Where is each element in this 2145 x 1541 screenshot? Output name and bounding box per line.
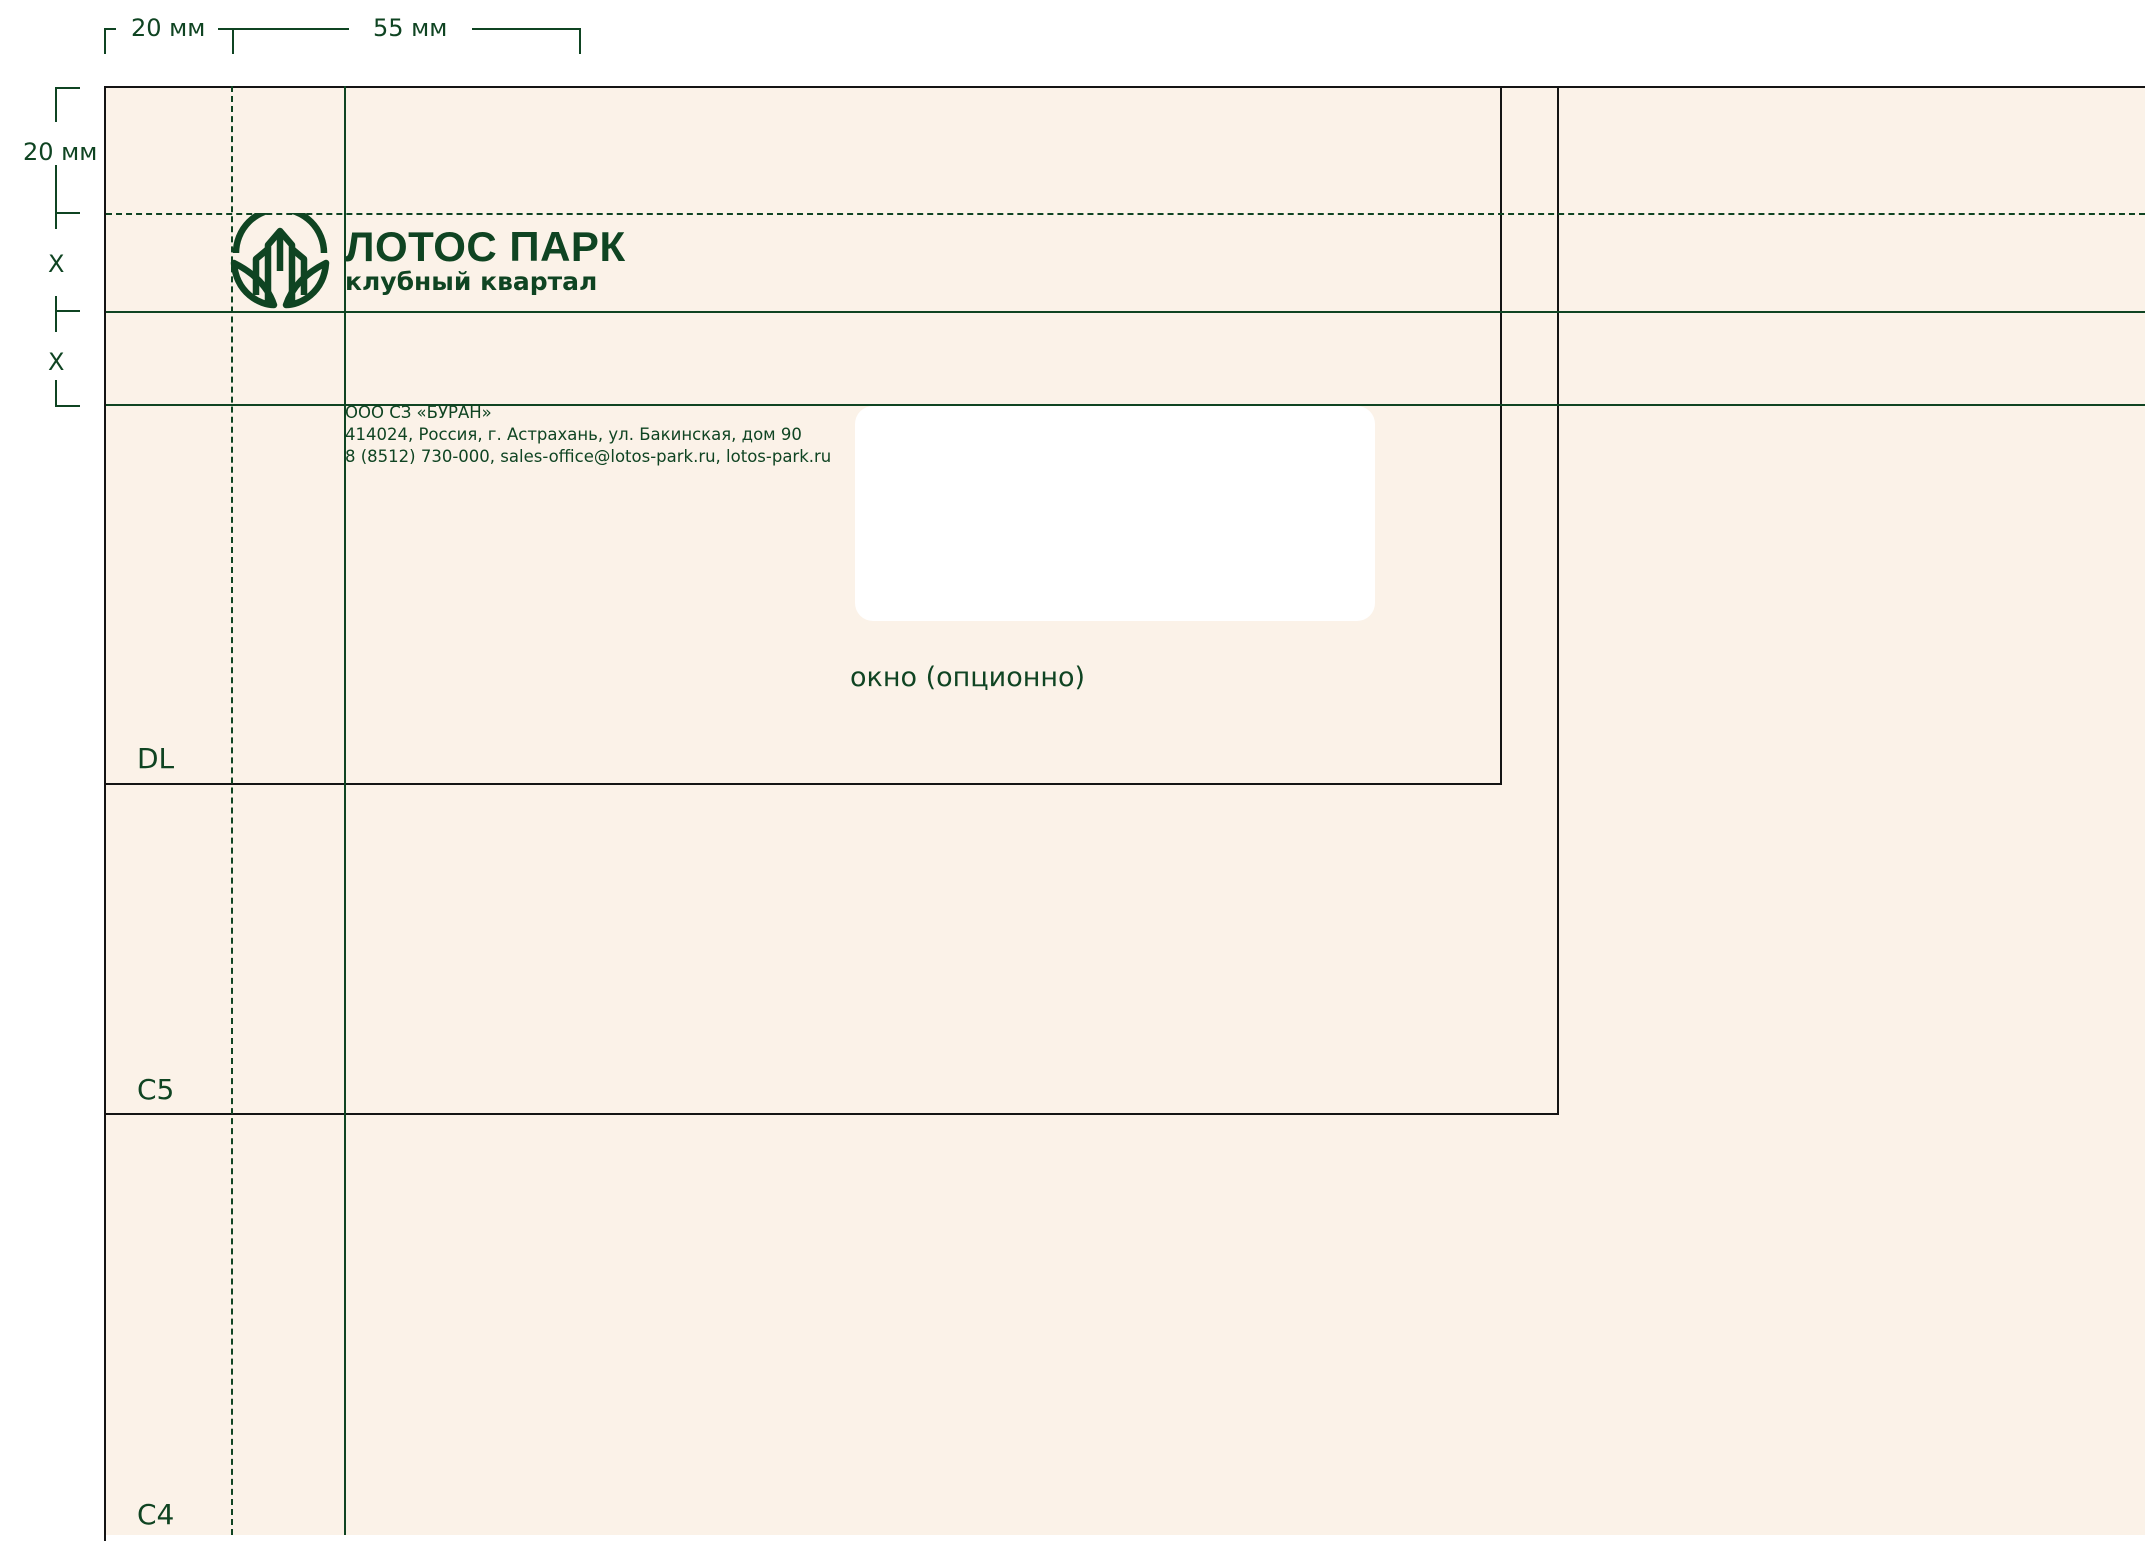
dimension-label-side-margin: 20 мм — [23, 138, 98, 166]
logo-subtitle: клубный квартал — [345, 267, 598, 296]
envelope-label-c5: C5 — [137, 1073, 175, 1106]
envelope-window — [855, 406, 1375, 621]
sender-contacts: 8 (8512) 730-000, sales-office@lotos-par… — [345, 447, 832, 466]
margin-guide-horizontal — [106, 213, 2145, 215]
logo-guide-bottom — [106, 311, 2145, 313]
lotus-logo-icon — [230, 213, 330, 309]
sender-address: 414024, Россия, г. Астрахань, ул. Бакинс… — [345, 425, 802, 444]
dimension-label-top-margin: 20 мм — [131, 14, 206, 42]
sender-company: ООО СЗ «БУРАН» — [345, 403, 492, 422]
window-caption: окно (опционно) — [850, 662, 1086, 693]
envelope-label-dl: DL — [137, 742, 175, 775]
dimension-label-logo-unit-1: X — [48, 250, 65, 278]
dimension-top-markers — [104, 28, 581, 54]
dimension-label-content-offset: 55 мм — [373, 14, 448, 42]
sender-address-block: ООО СЗ «БУРАН» 414024, Россия, г. Астрах… — [345, 402, 831, 468]
logo-title: ЛОТОС ПАРК — [345, 223, 626, 270]
dimension-label-logo-unit-2: X — [48, 348, 65, 376]
content-guide-vertical — [344, 86, 346, 1535]
envelope-label-c4: C4 — [137, 1498, 175, 1531]
